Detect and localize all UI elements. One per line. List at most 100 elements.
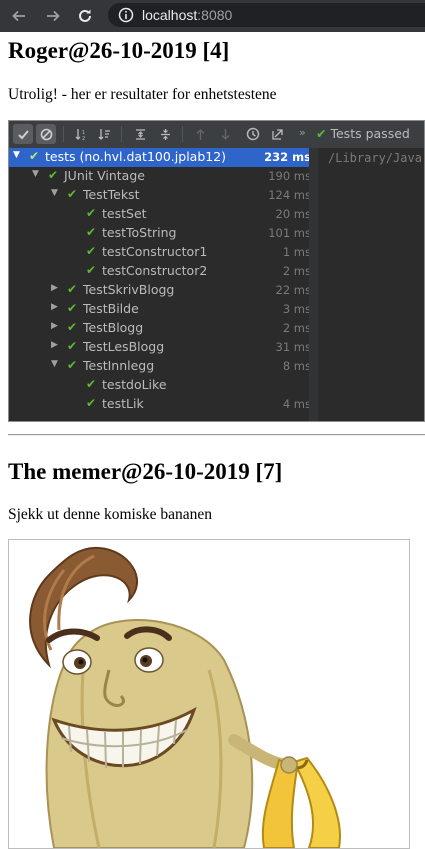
test-duration: 8 ms <box>282 359 311 373</box>
test-tree-row[interactable]: ▶ ✔ TestBlogg 2 ms <box>9 319 317 338</box>
test-duration: 2 ms <box>282 264 311 278</box>
toolbar-separator <box>63 126 64 142</box>
address-bar[interactable]: localhost:8080 <box>108 3 425 27</box>
sort-alpha-icon: 12 <box>75 128 85 141</box>
test-tree: ▼ ✔ tests (no.hvl.dat100.jplab12) 232 ms ▼ ✔ J… <box>9 148 317 421</box>
forward-button[interactable] <box>42 5 64 27</box>
collapse-all-button[interactable] <box>155 124 175 144</box>
reload-icon <box>79 9 91 22</box>
info-circle-icon[interactable] <box>118 7 134 23</box>
up-arrow-icon <box>196 128 204 140</box>
url-port: :8080 <box>197 7 233 23</box>
passed-check-icon: ✔ <box>86 244 97 258</box>
test-results-image: 12 » ✔ Tests passed ▼ ✔ tests (no.hvl.dat10 <box>8 120 425 422</box>
sort-by-duration-button[interactable] <box>94 124 114 144</box>
passed-check-icon: ✔ <box>86 206 97 220</box>
test-name: TestTekst <box>83 187 140 202</box>
test-name: testLik <box>102 396 144 411</box>
expand-all-icon <box>135 128 145 140</box>
arrow-left-icon <box>12 10 25 22</box>
test-tree-row[interactable]: ▶ ✔ TestBilde 3 ms <box>9 300 317 319</box>
banana-meme-image <box>8 539 410 849</box>
test-duration: 1 ms <box>282 245 311 259</box>
post-text: Sjekk ut denne komiske bananen <box>8 506 213 523</box>
test-tree-row[interactable]: ✔ testConstructor1 1 ms <box>9 243 317 262</box>
toolbar-separator <box>182 126 183 142</box>
export-results-button[interactable] <box>267 124 287 144</box>
test-tree-row[interactable]: ▼ ✔ TestInnlegg 8 ms <box>9 357 317 376</box>
export-icon <box>271 128 283 140</box>
toolbar-separator <box>121 126 122 142</box>
post-title: The memer@26-10-2019 [7] <box>8 459 283 484</box>
test-tree-row[interactable]: ▶ ✔ TestSkrivBlogg 22 ms <box>9 281 317 300</box>
test-history-button[interactable] <box>243 124 263 144</box>
test-duration: 2 ms <box>282 321 311 335</box>
banana-illustration <box>29 546 341 848</box>
test-tree-row[interactable]: ✔ testConstructor2 2 ms <box>9 262 317 281</box>
passed-check-icon: ✔ <box>48 168 59 182</box>
reload-button[interactable] <box>74 5 96 27</box>
history-icon <box>246 127 260 141</box>
test-status: ✔ Tests passed <box>316 126 410 141</box>
test-tree-row[interactable]: ✔ testToString 101 ms <box>9 224 317 243</box>
collapse-all-icon <box>160 128 170 140</box>
test-name: TestBlogg <box>83 320 144 335</box>
test-name: TestBilde <box>83 301 139 316</box>
passed-check-icon: ✔ <box>86 396 97 410</box>
down-arrow-icon <box>221 128 229 140</box>
test-tree-row[interactable]: ✔ testLik 4 ms <box>9 395 317 414</box>
test-tree-row[interactable]: ✔ testSet 20 ms <box>9 205 317 224</box>
test-tree-row[interactable]: ▼ ✔ tests (no.hvl.dat100.jplab12) 232 ms <box>9 148 317 167</box>
passed-check-icon: ✔ <box>67 358 78 372</box>
back-button[interactable] <box>8 5 30 27</box>
test-tree-row[interactable]: ✔ testdoLike <box>9 376 317 395</box>
test-name: testdoLike <box>102 377 167 392</box>
test-tree-row[interactable]: ▼ ✔ TestTekst 124 ms <box>9 186 317 205</box>
post-divider <box>8 434 425 436</box>
test-tree-row[interactable]: ▼ ✔ JUnit Vintage 190 ms <box>9 167 317 186</box>
passed-check-icon: ✔ <box>29 149 40 163</box>
test-duration: 124 ms <box>268 188 311 202</box>
test-duration: 101 ms <box>268 226 311 240</box>
show-ignored-button[interactable] <box>36 124 56 144</box>
test-duration: 20 ms <box>275 207 311 221</box>
expand-all-button[interactable] <box>130 124 150 144</box>
expanded-arrow-icon[interactable]: ▼ <box>13 150 20 160</box>
check-icon: ✔ <box>316 126 327 141</box>
url-host: localhost <box>142 7 198 23</box>
previous-failed-button[interactable] <box>190 124 210 144</box>
more-icon[interactable]: » <box>299 126 306 139</box>
test-tree-row[interactable]: ▶ ✔ TestLesBlogg 31 ms <box>9 338 317 357</box>
expanded-arrow-icon[interactable]: ▼ <box>51 188 58 198</box>
tree-scrollbar[interactable] <box>309 148 317 421</box>
stop-icon <box>40 128 52 140</box>
arrow-right-icon <box>47 10 60 22</box>
show-passed-button[interactable] <box>13 124 33 144</box>
test-name: testSet <box>102 206 147 221</box>
collapsed-arrow-icon[interactable]: ▶ <box>51 340 58 350</box>
test-name: testToString <box>102 225 177 240</box>
sort-alphabetically-button[interactable]: 12 <box>71 124 91 144</box>
passed-check-icon: ✔ <box>86 263 97 277</box>
test-runner-toolbar: 12 » ✔ Tests passed <box>9 121 424 149</box>
collapsed-arrow-icon[interactable]: ▶ <box>51 302 58 312</box>
collapsed-arrow-icon[interactable]: ▶ <box>51 283 58 293</box>
test-name: TestInnlegg <box>83 358 155 373</box>
sort-duration-icon <box>98 128 110 140</box>
collapsed-arrow-icon[interactable]: ▶ <box>51 321 58 331</box>
test-name: tests (no.hvl.dat100.jplab12) <box>45 149 227 164</box>
expanded-arrow-icon[interactable]: ▼ <box>32 169 39 179</box>
passed-check-icon: ✔ <box>67 282 78 296</box>
next-failed-button[interactable] <box>215 124 235 144</box>
test-duration: 4 ms <box>282 397 311 411</box>
expanded-arrow-icon[interactable]: ▼ <box>51 359 58 369</box>
post-text: Utrolig! - her er resultater for enhetst… <box>8 86 277 103</box>
console-output: /Library/Java <box>317 148 424 421</box>
check-icon <box>17 129 29 139</box>
test-status-text: Tests passed <box>330 126 410 141</box>
test-duration: 190 ms <box>268 169 311 183</box>
test-name: JUnit Vintage <box>64 168 145 183</box>
test-name: testConstructor1 <box>102 244 208 259</box>
browser-toolbar: localhost:8080 <box>0 0 425 32</box>
test-name: TestSkrivBlogg <box>83 282 175 297</box>
